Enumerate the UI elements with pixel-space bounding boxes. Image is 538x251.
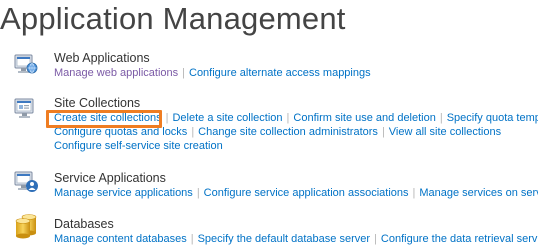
link-separator: | <box>196 187 200 199</box>
link-specify-default-database-server[interactable]: Specify the default database server <box>198 233 370 245</box>
link-separator: | <box>381 126 385 138</box>
link-separator: | <box>165 112 169 124</box>
link-manage-web-applications[interactable]: Manage web applications <box>54 67 178 79</box>
section-title-site-collections[interactable]: Site Collections <box>54 96 140 110</box>
link-separator: | <box>412 187 416 199</box>
service-applications-icon <box>14 170 38 194</box>
link-specify-quota-templates[interactable]: Specify quota templates <box>447 112 538 124</box>
link-configure-alternate-access-mappings[interactable]: Configure alternate access mappings <box>189 67 371 79</box>
link-separator: | <box>191 126 195 138</box>
link-configure-quotas-and-locks[interactable]: Configure quotas and locks <box>54 126 187 138</box>
databases-icon <box>14 213 38 239</box>
link-separator: | <box>286 112 290 124</box>
link-manage-services-on-server[interactable]: Manage services on server <box>419 187 538 199</box>
link-configure-self-service-site-creation[interactable]: Configure self-service site creation <box>54 140 223 152</box>
link-change-site-collection-administrators[interactable]: Change site collection administrators <box>198 126 378 138</box>
site-collections-icon <box>14 97 38 121</box>
link-separator: | <box>182 67 185 79</box>
link-delete-a-site-collection[interactable]: Delete a site collection <box>172 112 282 124</box>
site-collections-links-row-1: Create site collections | Delete a site co… <box>54 112 538 124</box>
link-view-all-site-collections[interactable]: View all site collections <box>389 126 501 138</box>
link-create-site-collections[interactable]: Create site collections <box>54 112 162 124</box>
databases-links: Manage content databases | Specify the def… <box>54 233 538 245</box>
link-configure-data-retrieval-service[interactable]: Configure the data retrieval service <box>381 233 538 245</box>
section-title-service-applications[interactable]: Service Applications <box>54 171 166 185</box>
section-title-web-applications[interactable]: Web Applications <box>54 51 150 65</box>
link-separator: | <box>374 233 377 245</box>
link-confirm-site-use-and-deletion[interactable]: Confirm site use and deletion <box>293 112 435 124</box>
section-title-databases[interactable]: Databases <box>54 217 114 231</box>
web-applications-links: Manage web applications | Configure altern… <box>54 67 371 79</box>
link-configure-service-application-associations[interactable]: Configure service application associatio… <box>204 187 409 199</box>
site-collections-links-row-3: Configure self-service site creation <box>54 140 223 152</box>
site-collections-links-row-2: Configure quotas and locks | Change site c… <box>54 126 501 138</box>
service-applications-links: Manage service applications | Configure se… <box>54 187 538 199</box>
page-title: Application Management <box>0 1 346 36</box>
link-manage-service-applications[interactable]: Manage service applications <box>54 187 193 199</box>
link-manage-content-databases[interactable]: Manage content databases <box>54 233 187 245</box>
link-separator: | <box>190 233 194 245</box>
link-separator: | <box>439 112 443 124</box>
web-applications-icon <box>14 53 38 77</box>
